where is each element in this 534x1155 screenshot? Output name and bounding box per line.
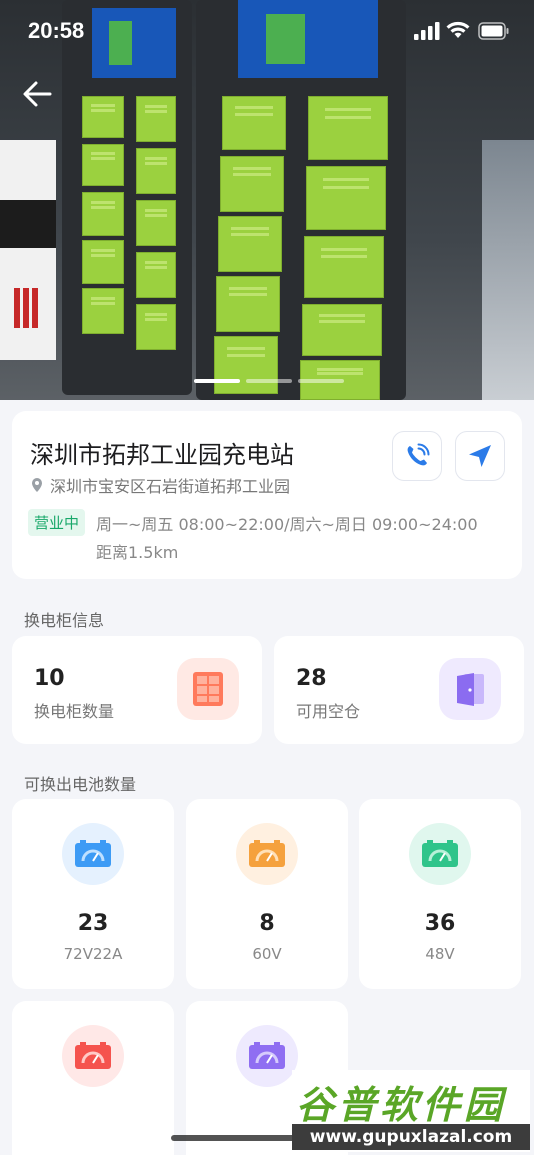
photo-wall [0,140,56,360]
battery-spec: 48V [425,945,455,963]
photo-door [82,240,124,284]
cabinet-count-label: 换电柜数量 [34,702,115,721]
status-time: 20:58 [28,18,85,43]
status-bar: 20:58 [0,0,534,64]
navigate-button[interactable] [455,431,505,481]
door-icon [439,658,501,720]
watermark-logo: 谷普软件园 www.gupuxlazal.com [292,1070,530,1152]
battery-count: 8 [259,911,275,936]
photo-door [308,96,388,160]
photo-door [222,96,286,150]
battery-card-72v22a[interactable]: 23 72V22A [12,799,174,989]
battery-spec: 72V22A [63,945,123,963]
station-address: 深圳市宝安区石岩街道拓邦工业园 [30,473,290,497]
battery-count: 23 [77,911,109,936]
station-address-text: 深圳市宝安区石岩街道拓邦工业园 [50,477,291,496]
cabinet-count-value: 10 [34,666,65,691]
carousel-indicator[interactable] [298,379,344,383]
photo-door [220,156,284,212]
photo-door [216,276,280,332]
available-slots-value: 28 [296,666,327,691]
cabinet-section-title: 换电柜信息 [24,611,105,630]
carousel-indicator-active[interactable] [194,379,240,383]
photo-door [82,288,124,334]
phone-call-icon [407,443,430,466]
battery-gauge-icon [236,823,298,885]
battery-gauge-icon [62,823,124,885]
photo-door [82,144,124,186]
battery-card-48v[interactable]: 36 48V [359,799,521,989]
photo-door [304,236,384,298]
battery-section-title: 可换出电池数量 [24,775,137,794]
photo-door [136,148,176,194]
photo-door [136,200,176,246]
distance: 距离1.5km [96,543,179,562]
battery-card-red[interactable] [12,1001,174,1155]
wifi-icon [446,21,470,38]
photo-door [82,96,124,138]
photo-door [136,304,176,350]
cellular-signal-icon [414,22,440,40]
photo-door [136,252,176,298]
location-pin-icon [32,478,42,492]
battery-gauge-icon [409,823,471,885]
photo-door [136,96,176,142]
watermark-title: 谷普软件园 [296,1083,507,1127]
station-info-card: 深圳市拓邦工业园充电站 深圳市宝安区石岩街道拓邦工业园 营业中 周一~周五 08… [12,411,522,579]
photo-door [214,336,278,394]
battery-status-icon [478,22,509,40]
photo-door [82,192,124,236]
photo-door [218,216,282,272]
watermark-url: www.gupuxlazal.com [292,1124,530,1150]
status-badge: 营业中 [28,509,86,536]
battery-count: 36 [424,911,456,936]
cabinet-count-card[interactable]: 10 换电柜数量 [12,636,262,744]
battery-gauge-icon [236,1025,298,1087]
opening-hours: 周一~周五 08:00~22:00/周六~周日 09:00~24:00 [96,515,478,534]
navigation-arrow-icon [469,445,491,467]
available-slots-label: 可用空仓 [296,702,361,721]
photo-door [302,304,382,356]
battery-gauge-icon [62,1025,124,1087]
cabinet-icon [177,658,239,720]
battery-spec: 60V [252,945,282,963]
battery-card-60v[interactable]: 8 60V [186,799,348,989]
photo-floor [482,140,534,400]
photo-door [306,166,386,230]
station-name: 深圳市拓邦工业园充电站 [30,441,294,469]
carousel-indicator[interactable] [246,379,292,383]
call-button[interactable] [392,431,442,481]
back-arrow-icon[interactable] [18,78,58,110]
available-slots-card[interactable]: 28 可用空仓 [274,636,524,744]
